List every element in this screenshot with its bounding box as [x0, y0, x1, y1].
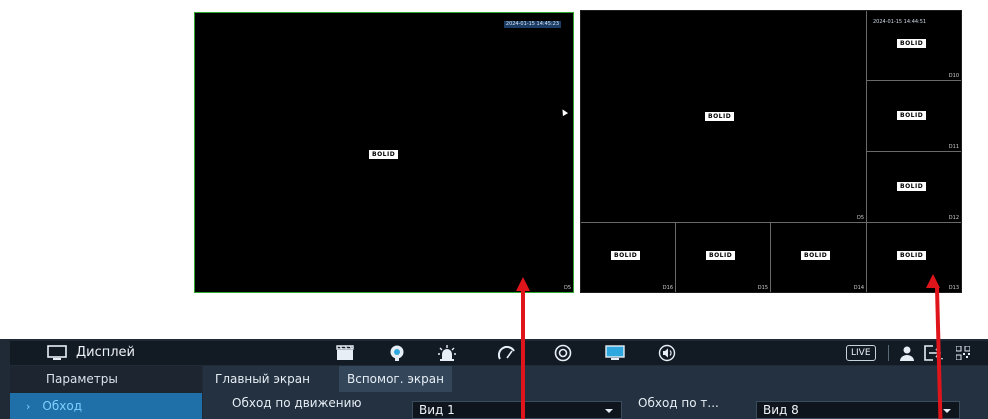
timestamp: 2024-01-15 14:45:23 [503, 21, 561, 28]
tab-main-screen[interactable]: Главный экран [207, 366, 318, 392]
speedometer-icon[interactable] [494, 341, 520, 365]
bolid-logo: BOLID [897, 39, 927, 48]
top-toolbar: Дисплей LIVE [10, 341, 988, 365]
channel-label: D16 [662, 285, 673, 291]
video-cell: BOLID D16 [581, 223, 676, 292]
motion-tour-value: Вид 1 [419, 403, 455, 417]
bolid-logo: BOLID [369, 150, 399, 159]
video-cell: BOLID D12 [867, 152, 961, 223]
speaker-icon[interactable] [654, 341, 680, 365]
alarm-tour-select[interactable]: Вид 8 [756, 401, 960, 419]
channel-label: D14 [853, 285, 864, 291]
network-icon[interactable] [550, 341, 576, 365]
channel-label: D10 [948, 73, 959, 79]
arrow-head-icon [926, 274, 940, 288]
arrow-head-icon [516, 277, 530, 291]
video-cell-large: BOLID D5 [581, 11, 867, 223]
motion-tour-label: Обход по движению [232, 396, 362, 410]
sidebar-item-label: Параметры [46, 372, 118, 386]
channel-label: D5 [856, 215, 864, 221]
ai-head-icon[interactable] [384, 341, 410, 365]
bolid-logo: BOLID [897, 111, 927, 120]
video-cell: BOLID D11 [867, 81, 961, 152]
settings-sidebar: Параметры › Обход [10, 366, 202, 419]
toolbar-divider [888, 345, 889, 361]
qr-code-icon[interactable] [952, 341, 974, 365]
bolid-logo: BOLID [801, 251, 831, 260]
annotation-arrow-left [521, 290, 525, 419]
video-cell: 2024-01-15 14:44:51 BOLID D10 [867, 11, 961, 81]
alarm-tour-value: Вид 8 [763, 403, 799, 417]
aux-screen-preview: BOLID D5 2024-01-15 14:44:51 BOLID D10 B… [580, 10, 962, 293]
sidebar-item-tour[interactable]: › Обход [10, 393, 202, 419]
tab-aux-screen[interactable]: Вспомог. экран [339, 366, 452, 392]
alarm-light-icon[interactable] [434, 341, 460, 365]
bolid-logo: BOLID [611, 251, 641, 260]
mouse-cursor-icon [559, 107, 569, 117]
clapperboard-icon[interactable] [332, 341, 358, 365]
bolid-logo: BOLID [897, 251, 927, 260]
video-cell: BOLID D15 [676, 223, 771, 292]
alarm-tour-label: Обход по т... [638, 396, 719, 410]
timestamp: 2024-01-15 14:44:51 [873, 19, 927, 25]
monitor-icon [44, 341, 70, 365]
motion-tour-select[interactable]: Вид 1 [412, 401, 622, 419]
channel-label: D15 [757, 285, 768, 291]
chevron-down-icon [605, 409, 613, 413]
bolid-logo: BOLID [706, 251, 736, 260]
chevron-right-icon: › [26, 399, 31, 413]
channel-label: D5 [563, 285, 571, 291]
channel-label: D11 [948, 144, 959, 150]
user-icon[interactable] [896, 341, 918, 365]
live-button[interactable]: LIVE [846, 345, 876, 361]
display-icon[interactable] [602, 341, 628, 365]
bolid-logo: BOLID [897, 182, 927, 191]
bolid-logo: BOLID [705, 112, 735, 121]
logout-icon[interactable] [922, 341, 946, 365]
channel-label: D13 [948, 285, 959, 291]
channel-label: D12 [948, 215, 959, 221]
sidebar-item-label: Обход [42, 399, 82, 413]
video-cell: BOLID D13 [867, 223, 961, 292]
main-screen-preview: 2024-01-15 14:45:23 BOLID D5 [194, 12, 574, 293]
page-title: Дисплей [76, 345, 136, 360]
video-cell: BOLID D14 [771, 223, 867, 292]
sidebar-item-parameters[interactable]: Параметры [10, 366, 202, 392]
chevron-down-icon [943, 409, 951, 413]
